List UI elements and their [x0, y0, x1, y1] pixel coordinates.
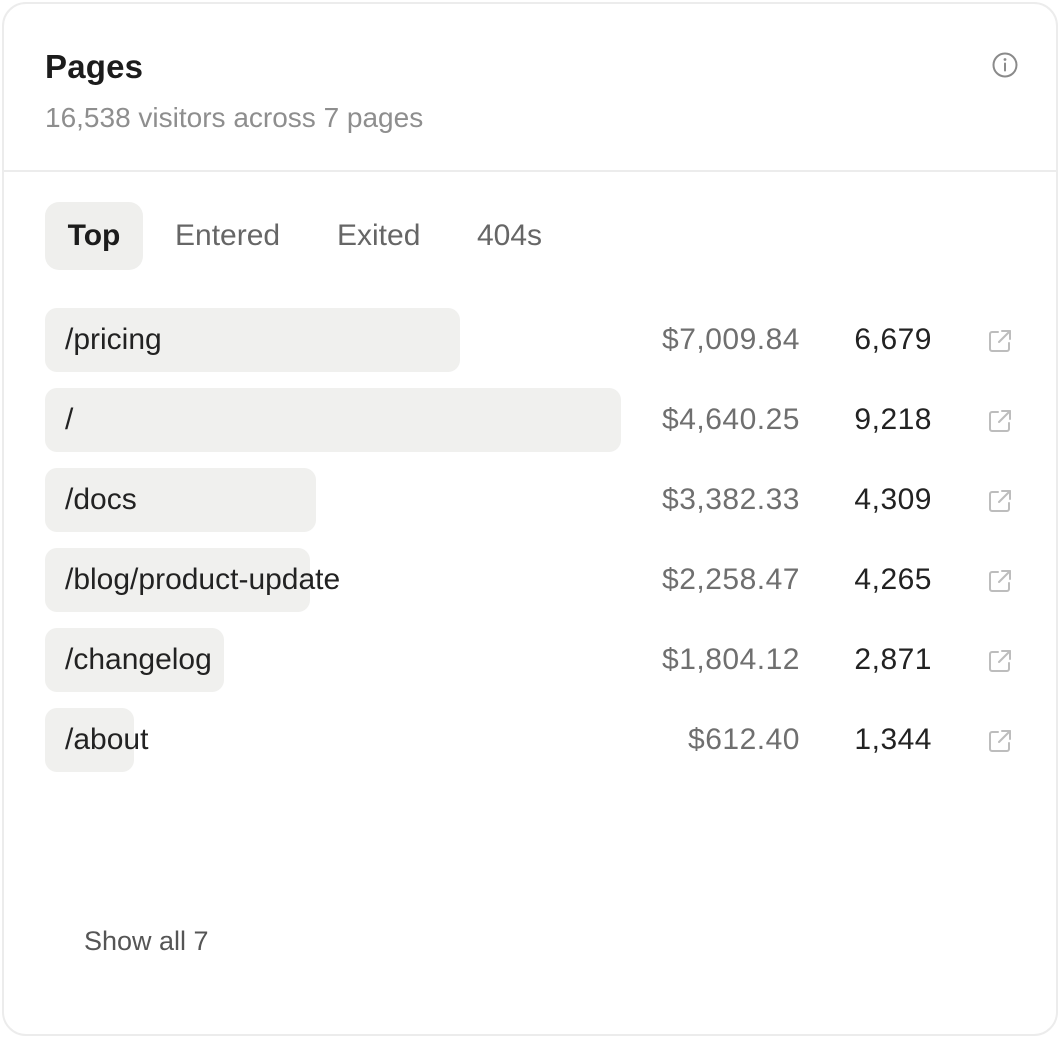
- page-visitors: 4,265: [854, 563, 932, 596]
- page-path: /changelog: [65, 643, 212, 676]
- external-link-icon[interactable]: [987, 328, 1013, 354]
- external-link-icon[interactable]: [987, 488, 1013, 514]
- tab-top[interactable]: Top: [45, 202, 143, 270]
- info-icon[interactable]: [991, 51, 1019, 79]
- external-link-icon[interactable]: [987, 648, 1013, 674]
- external-link-icon[interactable]: [987, 408, 1013, 434]
- pages-card: Pages 16,538 visitors across 7 pages Top…: [2, 2, 1058, 1036]
- list-item[interactable]: /pricing $7,009.84 6,679: [4, 308, 1056, 372]
- tab-entered[interactable]: Entered: [175, 202, 280, 270]
- tab-exited[interactable]: Exited: [337, 202, 420, 270]
- external-link-icon[interactable]: [987, 568, 1013, 594]
- list-item[interactable]: /changelog $1,804.12 2,871: [4, 628, 1056, 692]
- page-visitors: 9,218: [854, 403, 932, 436]
- page-path: /pricing: [65, 323, 162, 356]
- page-visitors: 6,679: [854, 323, 932, 356]
- page-visitors: 1,344: [854, 723, 932, 756]
- show-all-button[interactable]: Show all 7: [84, 926, 209, 957]
- page-path: /blog/product-update: [65, 563, 341, 596]
- tab-404s[interactable]: 404s: [477, 202, 542, 270]
- page-revenue: $612.40: [688, 723, 800, 756]
- list-item[interactable]: /docs $3,382.33 4,309: [4, 468, 1056, 532]
- page-visitors: 2,871: [854, 643, 932, 676]
- page-revenue: $1,804.12: [662, 643, 800, 676]
- page-revenue: $4,640.25: [662, 403, 800, 436]
- list-item[interactable]: /about $612.40 1,344: [4, 708, 1056, 772]
- page-path: /docs: [65, 483, 137, 516]
- page-path: /about: [65, 723, 149, 756]
- page-path: /: [65, 403, 74, 436]
- page-subtitle: 16,538 visitors across 7 pages: [45, 102, 424, 133]
- card-header: Pages 16,538 visitors across 7 pages: [4, 4, 1056, 172]
- page-visitors: 4,309: [854, 483, 932, 516]
- page-revenue: $3,382.33: [662, 483, 800, 516]
- list-item[interactable]: /blog/product-update $2,258.47 4,265: [4, 548, 1056, 612]
- page-revenue: $7,009.84: [662, 323, 800, 356]
- list-item[interactable]: / $4,640.25 9,218: [4, 388, 1056, 452]
- external-link-icon[interactable]: [987, 728, 1013, 754]
- page-title: Pages: [45, 48, 144, 85]
- page-revenue: $2,258.47: [662, 563, 800, 596]
- visitor-bar: [45, 388, 621, 452]
